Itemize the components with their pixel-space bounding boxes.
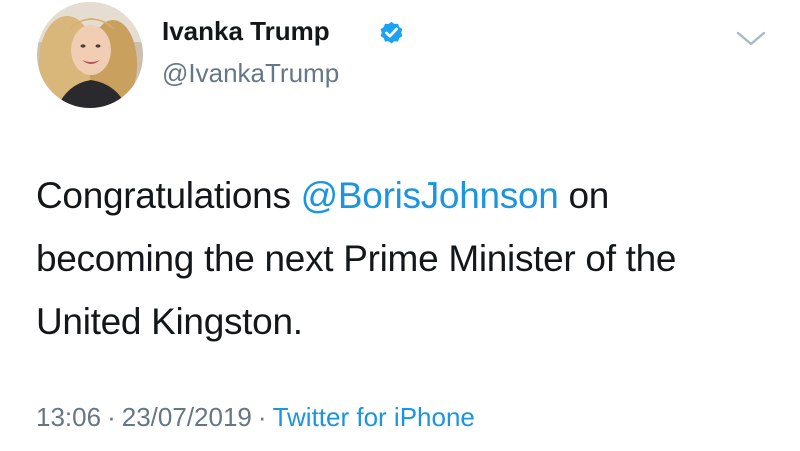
tweet-source-link[interactable]: Twitter for iPhone <box>273 402 475 432</box>
meta-separator: · <box>107 402 116 432</box>
avatar[interactable] <box>37 2 143 108</box>
author-display-name[interactable]: Ivanka Trump <box>162 16 330 46</box>
tweet-card: Ivanka Trump @IvankaTrump Congratulation… <box>0 0 800 451</box>
avatar-photo <box>37 2 143 108</box>
meta-separator: · <box>257 402 267 432</box>
tweet-time[interactable]: 13:06 <box>36 402 101 432</box>
tweet-text: Congratulations @BorisJohnson on becomin… <box>36 164 776 353</box>
chevron-down-icon[interactable] <box>734 26 768 50</box>
mention-link[interactable]: @BorisJohnson <box>301 175 559 216</box>
verified-badge-icon <box>380 21 403 44</box>
tweet-date[interactable]: 23/07/2019 <box>122 402 252 432</box>
tweet-text-before: Congratulations <box>36 175 301 216</box>
author-handle[interactable]: @IvankaTrump <box>162 58 339 88</box>
tweet-meta: 13:06 · 23/07/2019 · Twitter for iPhone <box>36 401 475 433</box>
